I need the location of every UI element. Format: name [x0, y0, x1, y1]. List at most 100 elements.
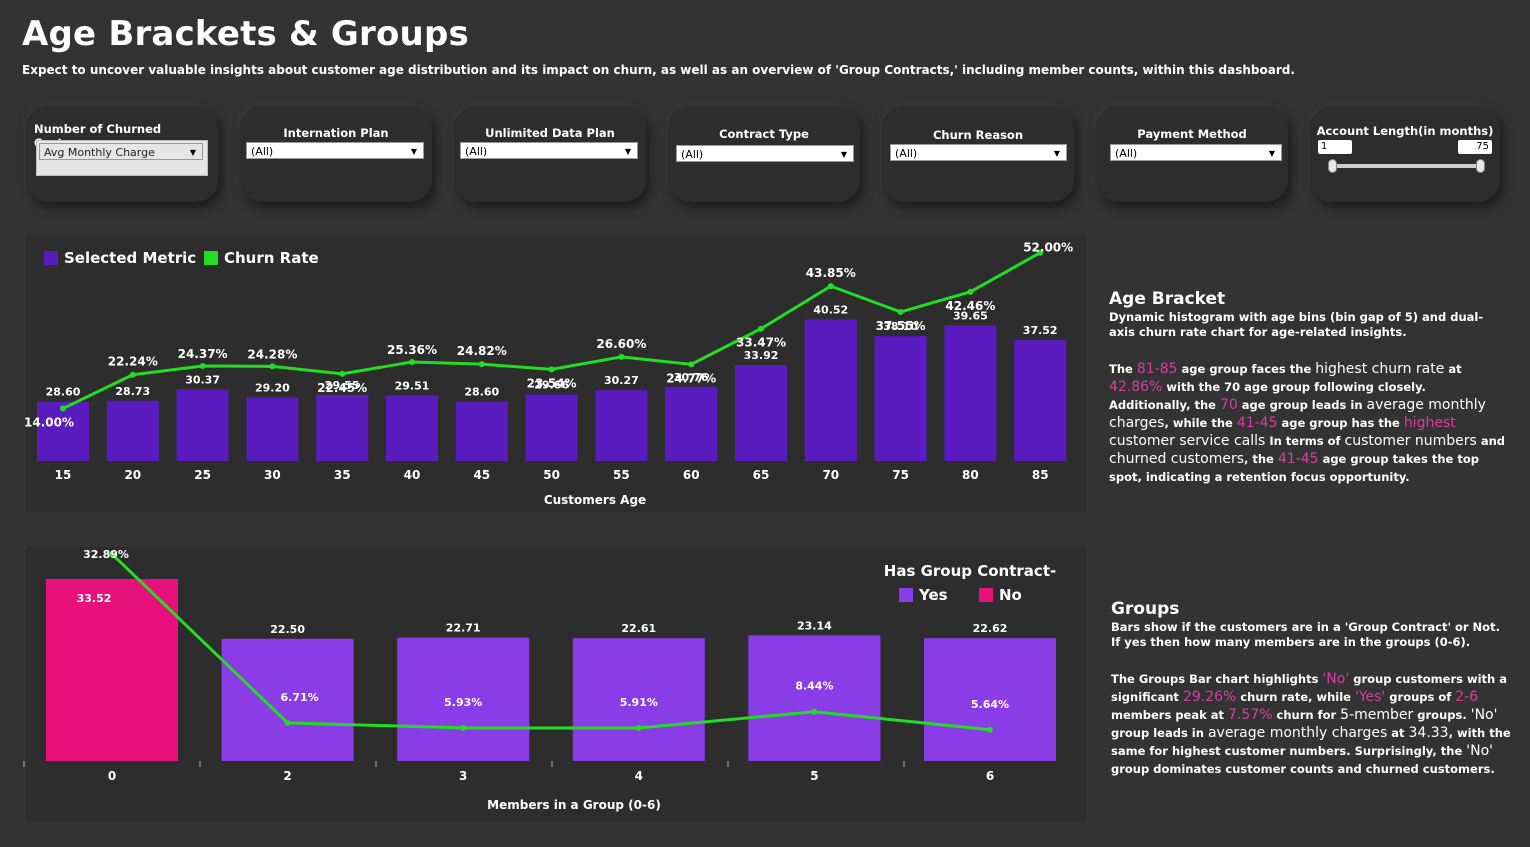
account-length-slider-max-handle[interactable]: [1476, 159, 1485, 173]
bar: [748, 635, 881, 761]
churn-rate-point: [409, 358, 415, 365]
x-tick-label: 4: [635, 769, 643, 783]
bar-value-label: 22.50: [270, 623, 305, 636]
bar: [874, 336, 927, 461]
unlimited-data-plan-select-value: (All): [465, 145, 488, 158]
legend-swatch-churn: [204, 251, 218, 265]
churn-rate-point: [199, 363, 206, 370]
insight-text-segment: 'No': [1322, 671, 1350, 687]
unlimited-data-plan-select[interactable]: (All) ▼: [460, 142, 638, 159]
groups-description: Bars show if the customers are in a 'Gro…: [1111, 620, 1500, 649]
insight-text-segment: churn for: [1272, 708, 1341, 722]
age-bracket-title: Age Bracket: [1109, 289, 1226, 309]
insight-text-segment: members peak at: [1111, 708, 1229, 722]
international-plan-select[interactable]: (All) ▼: [246, 142, 424, 159]
account-length-min: 1: [1321, 141, 1328, 152]
bar-value-label: 33.92: [744, 349, 779, 362]
x-tick-label: 6: [986, 769, 994, 783]
bar: [106, 400, 159, 461]
account-length-slider-track[interactable]: [1332, 164, 1482, 168]
insight-text-segment: highest: [1403, 415, 1456, 431]
insight-text-segment: 2-6: [1455, 689, 1479, 705]
insight-text-segment: 42.86%: [1109, 379, 1163, 395]
bar: [1014, 340, 1067, 461]
legend-title: Has Group Contract-: [884, 562, 1056, 580]
insight-text-segment: at: [1444, 362, 1462, 376]
churn-reason-select-value: (All): [895, 147, 918, 160]
bar: [386, 395, 438, 461]
filter-payment-method-label: Payment Method: [1137, 127, 1247, 141]
churn-rate-point: [758, 325, 764, 332]
filter-unlimited-data-plan: Unlimited Data Plan (All) ▼: [454, 106, 646, 202]
insight-text-segment: 'No': [1466, 743, 1493, 759]
insight-text-segment: group dominates customer counts and chur…: [1111, 762, 1495, 776]
legend-label-yes: Yes: [918, 586, 948, 604]
insight-text-segment: groups of: [1385, 690, 1456, 704]
churn-rate-label: 24.77%: [666, 371, 716, 385]
bar: [316, 395, 369, 461]
churn-rate-label: 5.64%: [971, 698, 1009, 711]
x-tick-label: 80: [962, 468, 979, 482]
bar-value-label: 22.61: [621, 622, 656, 635]
bar-value-label: 37.52: [1023, 324, 1058, 337]
x-tick-label: 50: [543, 468, 560, 482]
insight-text-segment: age group faces the: [1177, 362, 1316, 376]
churn-rate-point: [967, 288, 974, 295]
account-length-slider-min-handle[interactable]: [1328, 159, 1337, 173]
chevron-down-icon: ▼: [1268, 149, 1275, 158]
payment-method-select[interactable]: (All) ▼: [1110, 144, 1282, 161]
churn-rate-label: 42.46%: [945, 299, 995, 313]
insight-text-segment: 81-85: [1136, 361, 1178, 377]
insight-text-segment: 29.26%: [1182, 689, 1237, 705]
insight-text-segment: 41-45: [1236, 415, 1278, 431]
x-tick-label: 70: [822, 468, 839, 482]
insight-text-segment: groups.: [1413, 708, 1471, 722]
legend-swatch-no: [979, 588, 993, 602]
groups-title: Groups: [1111, 599, 1180, 619]
x-tick-label: 3: [459, 769, 467, 783]
bar-value-label: 28.73: [115, 385, 150, 398]
churn-reason-select[interactable]: (All) ▼: [890, 144, 1067, 161]
churn-rate-point: [635, 725, 642, 732]
payment-method-select-value: (All): [1115, 147, 1138, 160]
filter-account-length-label: Account Length(in months): [1316, 124, 1494, 138]
account-length-max: 75: [1476, 141, 1489, 152]
account-length-min-input[interactable]: 1: [1318, 140, 1352, 154]
churn-rate-point: [478, 361, 485, 368]
filter-metric: Number of Churned Customers Avg Monthly …: [26, 106, 218, 202]
legend-label-churn: Churn Rate: [224, 249, 319, 267]
insight-text-segment: , the: [1244, 452, 1278, 466]
churn-rate-label: 43.85%: [806, 266, 856, 280]
account-length-max-input[interactable]: 75: [1458, 140, 1492, 154]
x-tick-label: 60: [683, 468, 700, 482]
x-axis-title: Customers Age: [544, 493, 646, 507]
churn-rate-label: 32.89%: [83, 548, 129, 561]
page-subtitle: Expect to uncover valuable insights abou…: [22, 63, 1295, 77]
insight-text-segment: churned customers: [1109, 451, 1244, 467]
chevron-down-icon: ▼: [840, 150, 847, 159]
insight-text-segment: customer numbers: [1344, 433, 1477, 449]
x-tick-label: 15: [55, 468, 72, 482]
insight-text-segment: age group leads in: [1237, 398, 1367, 412]
metric-select[interactable]: Avg Monthly Charge ▼: [39, 143, 203, 160]
insight-text-segment: 34.33: [1408, 725, 1449, 741]
x-tick-label: 0: [108, 769, 116, 783]
churn-rate-label: 52.00%: [1023, 241, 1073, 255]
bar-value-label: 28.60: [464, 386, 499, 399]
insight-text-segment: 70: [1219, 397, 1238, 413]
churn-rate-point: [897, 308, 904, 315]
chevron-down-icon: ▼: [1053, 149, 1060, 158]
churn-rate-label: 14.00%: [24, 416, 74, 430]
churn-rate-label: 24.37%: [178, 347, 228, 361]
x-tick-label: 45: [473, 468, 490, 482]
x-tick-label: 2: [283, 769, 291, 783]
insight-text-segment: churn rate, while: [1236, 690, 1355, 704]
churn-rate-point: [269, 363, 276, 370]
churn-rate-label: 22.45%: [317, 381, 367, 395]
churn-rate-point: [811, 708, 818, 715]
churn-rate-label: 24.28%: [247, 347, 297, 361]
churn-rate-label: 5.93%: [444, 696, 482, 709]
insight-text-segment: The: [1109, 362, 1137, 376]
contract-type-select[interactable]: (All) ▼: [676, 145, 854, 162]
bar-value-label: 30.37: [185, 373, 220, 386]
